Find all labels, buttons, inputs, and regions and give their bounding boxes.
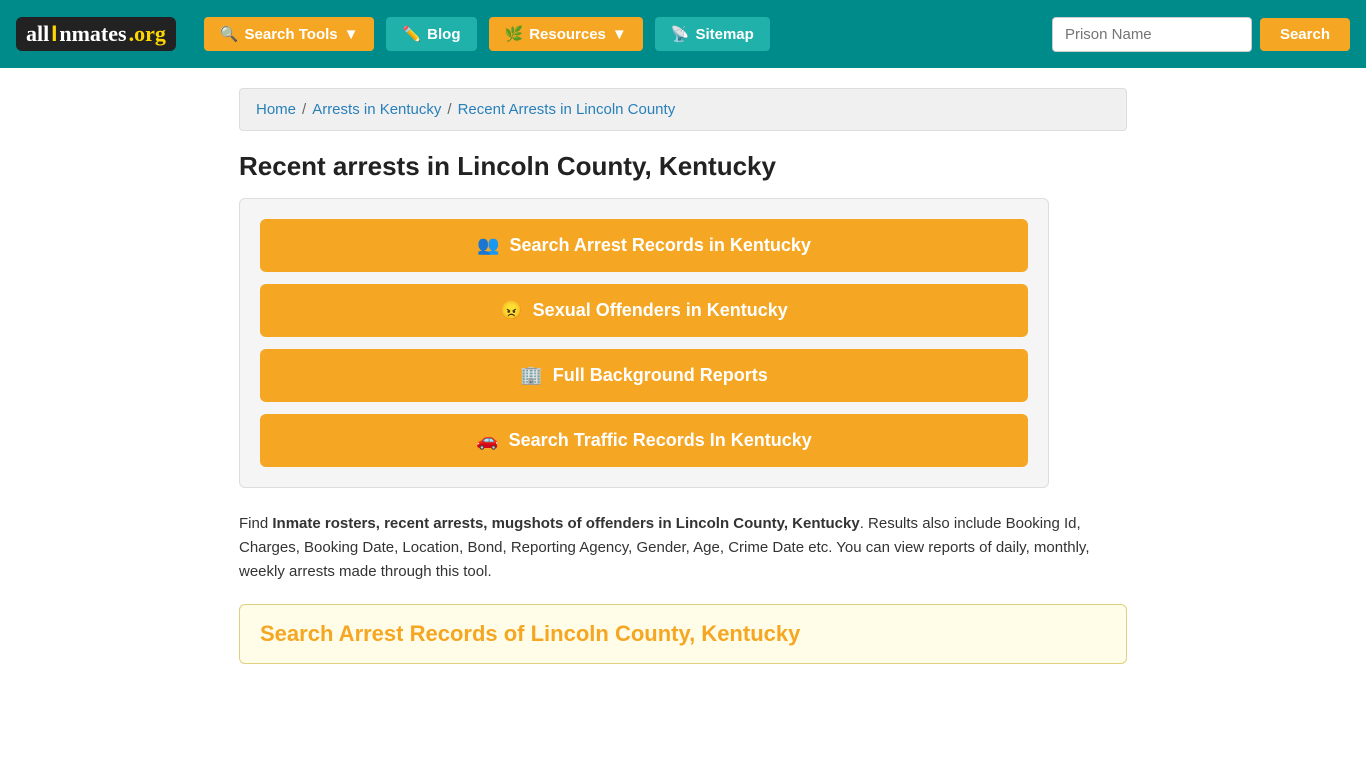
- background-reports-label: Full Background Reports: [553, 365, 768, 386]
- search-arrest-icon: 👥: [477, 235, 499, 256]
- nav-resources[interactable]: 🌿 Resources ▼: [489, 17, 643, 51]
- description-text: Find Inmate rosters, recent arrests, mug…: [239, 512, 1127, 584]
- description-prefix: Find: [239, 515, 272, 532]
- nav-resources-label: Resources: [529, 26, 606, 43]
- background-reports-icon: 🏢: [520, 365, 542, 386]
- logo-text-all: all: [26, 21, 49, 47]
- logo-text-inmates: nmates: [59, 21, 126, 47]
- header: all I nmates .org 🔍 Search Tools ▼ ✏️ Bl…: [0, 0, 1366, 68]
- chevron-down-icon: ▼: [344, 26, 359, 43]
- nav-blog-label: Blog: [427, 26, 460, 43]
- search-section-title: Search Arrest Records of Lincoln County,…: [260, 621, 1106, 647]
- nav-sitemap-label: Sitemap: [695, 26, 753, 43]
- nav-blog[interactable]: ✏️ Blog: [386, 17, 476, 51]
- traffic-records-icon: 🚗: [476, 430, 498, 451]
- prison-search-button[interactable]: Search: [1260, 18, 1350, 51]
- nav-search-tools-label: Search Tools: [245, 26, 338, 43]
- breadcrumb-current: Recent Arrests in Lincoln County: [458, 101, 676, 118]
- sexual-offenders-icon: 😠: [500, 300, 522, 321]
- breadcrumb-home[interactable]: Home: [256, 101, 296, 118]
- header-search-area: Search: [1052, 17, 1350, 52]
- sexual-offenders-btn[interactable]: 😠 Sexual Offenders in Kentucky: [260, 284, 1028, 337]
- logo-i: I: [51, 21, 57, 47]
- traffic-records-btn[interactable]: 🚗 Search Traffic Records In Kentucky: [260, 414, 1028, 467]
- logo-text-org: .org: [129, 21, 166, 47]
- prison-search-input[interactable]: [1052, 17, 1252, 52]
- prison-search-label: Search: [1280, 26, 1330, 43]
- search-arrest-btn[interactable]: 👥 Search Arrest Records in Kentucky: [260, 219, 1028, 272]
- breadcrumb-sep-1: /: [302, 101, 306, 118]
- sitemap-icon: 📡: [671, 25, 690, 43]
- main-content: Home / Arrests in Kentucky / Recent Arre…: [223, 68, 1143, 704]
- background-reports-btn[interactable]: 🏢 Full Background Reports: [260, 349, 1028, 402]
- blog-icon: ✏️: [402, 25, 421, 43]
- action-card: 👥 Search Arrest Records in Kentucky 😠 Se…: [239, 198, 1049, 488]
- search-arrest-label: Search Arrest Records in Kentucky: [509, 235, 810, 256]
- nav-sitemap[interactable]: 📡 Sitemap: [655, 17, 770, 51]
- nav-search-tools[interactable]: 🔍 Search Tools ▼: [204, 17, 375, 51]
- breadcrumb-container: Home / Arrests in Kentucky / Recent Arre…: [239, 88, 1127, 131]
- breadcrumb-arrests-kentucky[interactable]: Arrests in Kentucky: [312, 101, 441, 118]
- breadcrumb: Home / Arrests in Kentucky / Recent Arre…: [256, 101, 1110, 118]
- chevron-down-icon-2: ▼: [612, 26, 627, 43]
- resources-icon: 🌿: [505, 25, 524, 43]
- logo[interactable]: all I nmates .org: [16, 17, 176, 51]
- search-tools-icon: 🔍: [220, 25, 239, 43]
- search-section: Search Arrest Records of Lincoln County,…: [239, 604, 1127, 664]
- description-bold: Inmate rosters, recent arrests, mugshots…: [272, 515, 859, 532]
- traffic-records-label: Search Traffic Records In Kentucky: [509, 430, 812, 451]
- page-title: Recent arrests in Lincoln County, Kentuc…: [239, 151, 1127, 182]
- breadcrumb-sep-2: /: [447, 101, 451, 118]
- sexual-offenders-label: Sexual Offenders in Kentucky: [533, 300, 788, 321]
